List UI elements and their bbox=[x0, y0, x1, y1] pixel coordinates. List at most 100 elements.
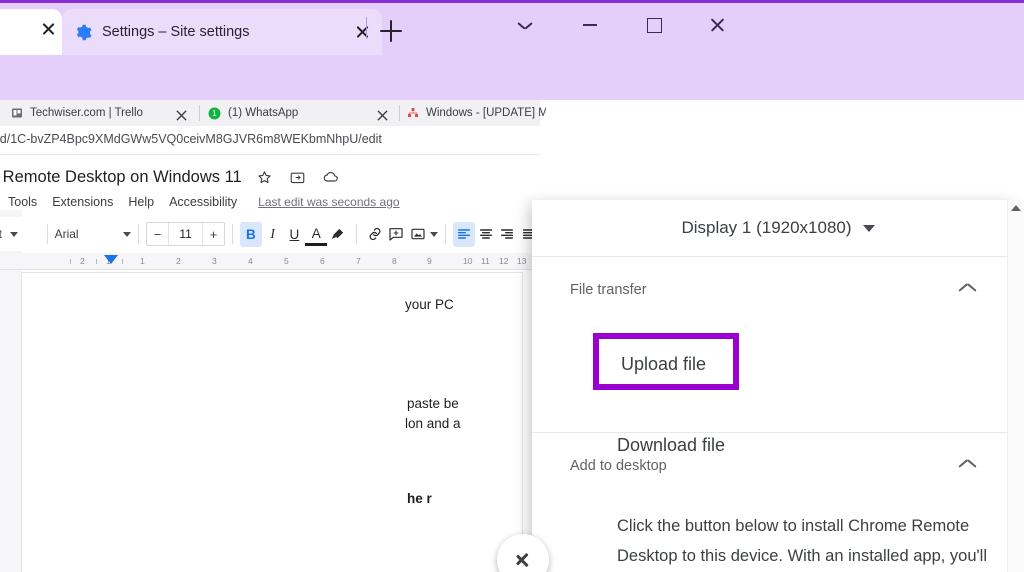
bold-button[interactable]: B bbox=[239, 221, 262, 247]
ruler-tick: 9 bbox=[427, 256, 432, 266]
cloud-saved-icon bbox=[321, 167, 341, 187]
file-transfer-collapse-chevron-up-icon[interactable] bbox=[959, 282, 976, 299]
upload-file-button[interactable]: Upload file bbox=[621, 354, 706, 375]
last-edit-status[interactable]: Last edit was seconds ago bbox=[258, 195, 399, 209]
inner-tab-whatsapp[interactable]: 1 (1) WhatsApp bbox=[208, 100, 368, 126]
window-close-button[interactable] bbox=[697, 8, 737, 42]
align-left-icon[interactable] bbox=[452, 221, 475, 247]
file-transfer-section: File transfer Upload file Download file bbox=[532, 256, 1024, 455]
toolbar-divider-5 bbox=[445, 224, 446, 244]
paragraph-style-dropdown[interactable]: al text bbox=[0, 221, 40, 247]
font-size-value[interactable]: 11 bbox=[168, 223, 204, 245]
chevron-down-icon bbox=[862, 224, 875, 232]
docs-menu-accessibility[interactable]: Accessibility bbox=[169, 195, 237, 209]
move-to-folder-icon[interactable] bbox=[288, 167, 308, 187]
browser-window: Settings – Site settings esktop.google.c… bbox=[0, 0, 1024, 572]
text-color-button[interactable]: A bbox=[305, 224, 328, 246]
toolbar-divider-4 bbox=[355, 224, 357, 244]
inner-tab-trello-close-icon[interactable] bbox=[176, 108, 187, 121]
sites-icon bbox=[406, 107, 419, 120]
google-docs-app: ome Remote Desktop on Windows 11 Tools E… bbox=[0, 155, 540, 572]
docs-toolbar: al text Arial − 11 + B I U A bbox=[0, 217, 540, 251]
file-transfer-title: File transfer bbox=[570, 282, 647, 298]
inner-tab-whatsapp-label: (1) WhatsApp bbox=[228, 107, 299, 119]
inner-tab-strip: Techwiser.com | Trello 1 (1) WhatsApp Wi… bbox=[0, 100, 546, 127]
document-text-line: paste be bbox=[407, 396, 459, 411]
ruler-tick: 5 bbox=[284, 256, 289, 266]
insert-image-icon[interactable] bbox=[407, 222, 429, 247]
add-comment-icon[interactable] bbox=[386, 222, 408, 247]
docs-menu-extensions[interactable]: Extensions bbox=[52, 195, 113, 209]
display-selector[interactable]: Display 1 (1920x1080) bbox=[532, 200, 1024, 257]
ruler-tick: 8 bbox=[392, 256, 397, 266]
insert-image-chevron-down-icon[interactable] bbox=[430, 231, 439, 237]
align-center-icon[interactable] bbox=[475, 222, 497, 247]
new-tab-button[interactable] bbox=[380, 20, 402, 42]
font-size-decrease[interactable]: − bbox=[147, 227, 168, 242]
tab-divider bbox=[366, 17, 367, 39]
ruler-tick: 6 bbox=[320, 256, 325, 266]
italic-button[interactable]: I bbox=[262, 222, 284, 247]
font-size-increase[interactable]: + bbox=[203, 227, 224, 242]
gear-icon bbox=[74, 23, 92, 41]
ruler-tick: 3 bbox=[212, 256, 217, 266]
display-selector-label: Display 1 (1920x1080) bbox=[681, 218, 852, 237]
toolbar-divider-3 bbox=[232, 224, 233, 244]
upload-file-highlight: Upload file bbox=[593, 333, 739, 390]
inner-address-bar[interactable]: nent/d/1C-bvZP4Bpc9XMdGWw5VQ0ceivM8GJVR6… bbox=[0, 126, 540, 155]
font-size-stepper[interactable]: − 11 + bbox=[146, 222, 226, 246]
paragraph-style-value: al text bbox=[0, 227, 3, 241]
font-family-dropdown[interactable]: Arial bbox=[55, 221, 132, 247]
underline-button[interactable]: U bbox=[284, 222, 306, 247]
document-page[interactable]: your PC paste be lon and a he r bbox=[22, 273, 522, 572]
ruler-tick: 1 bbox=[140, 256, 145, 266]
highlight-color-icon[interactable] bbox=[327, 222, 349, 247]
remote-desktop-viewport: Techwiser.com | Trello 1 (1) WhatsApp Wi… bbox=[0, 100, 1024, 572]
crd-side-panel: Display 1 (1920x1080) File transfer Uplo… bbox=[532, 200, 1024, 572]
docs-menu-tools[interactable]: Tools bbox=[8, 195, 37, 209]
tab-strip: Settings – Site settings bbox=[0, 0, 1024, 55]
inner-tab-windows[interactable]: Windows - [UPDATE] Mis bbox=[406, 100, 546, 126]
add-to-desktop-title: Add to desktop bbox=[570, 458, 667, 474]
document-text-line: your PC bbox=[405, 297, 454, 312]
add-to-desktop-section: Add to desktop Click the button below to… bbox=[532, 432, 1024, 572]
scroll-up-arrow-icon[interactable] bbox=[1011, 205, 1021, 211]
inner-tab-divider bbox=[199, 105, 200, 121]
toolbar-divider-2 bbox=[138, 224, 140, 244]
omnibox-row: esktop.google.com/access/session/e963dec… bbox=[0, 55, 1024, 148]
add-to-desktop-description: Click the button below to install Chrome… bbox=[617, 516, 988, 565]
document-title-row: ome Remote Desktop on Windows 11 bbox=[0, 167, 341, 187]
document-text-line: lon and a bbox=[405, 416, 461, 431]
window-minimize-button[interactable] bbox=[570, 8, 610, 42]
font-family-value: Arial bbox=[54, 227, 79, 241]
window-chevron-down-icon[interactable] bbox=[505, 8, 545, 42]
inner-address-bar-url: nent/d/1C-bvZP4Bpc9XMdGWw5VQ0ceivM8GJVR6… bbox=[0, 132, 382, 146]
star-icon[interactable] bbox=[255, 167, 275, 187]
ruler-tick: 11 bbox=[481, 256, 490, 266]
inner-tab-divider-2 bbox=[399, 105, 400, 121]
document-title[interactable]: ome Remote Desktop on Windows 11 bbox=[0, 168, 242, 187]
tab-settings-close-icon[interactable] bbox=[352, 22, 372, 42]
tab-settings[interactable]: Settings – Site settings bbox=[62, 9, 382, 55]
ruler-tick: 2 bbox=[80, 256, 85, 266]
panel-scrollbar[interactable] bbox=[1007, 200, 1024, 572]
add-to-desktop-collapse-chevron-up-icon[interactable] bbox=[959, 458, 976, 475]
ruler-tick: 12 bbox=[499, 256, 509, 266]
indent-marker[interactable] bbox=[104, 255, 118, 264]
chevron-right-icon bbox=[515, 549, 532, 571]
tab-previous-close-icon[interactable] bbox=[41, 21, 56, 36]
ruler-tick: 7 bbox=[356, 256, 361, 266]
ruler-tick: 2 bbox=[176, 256, 181, 266]
docs-menu-help[interactable]: Help bbox=[128, 195, 154, 209]
whatsapp-badge-icon: 1 bbox=[208, 107, 221, 120]
ruler-tick: 4 bbox=[248, 256, 253, 266]
inner-tab-whatsapp-close-icon[interactable] bbox=[377, 108, 388, 121]
inner-tab-trello[interactable]: Techwiser.com | Trello bbox=[10, 100, 170, 126]
align-right-icon[interactable] bbox=[497, 222, 519, 247]
document-text-line: he r bbox=[407, 491, 432, 506]
trello-icon bbox=[10, 107, 23, 120]
window-maximize-button[interactable] bbox=[634, 8, 674, 42]
docs-ruler[interactable]: 2 1 1 2 3 4 5 6 7 8 9 10 11 12 13 bbox=[0, 253, 540, 270]
chevron-down-icon bbox=[123, 231, 132, 237]
insert-link-icon[interactable] bbox=[364, 222, 386, 247]
